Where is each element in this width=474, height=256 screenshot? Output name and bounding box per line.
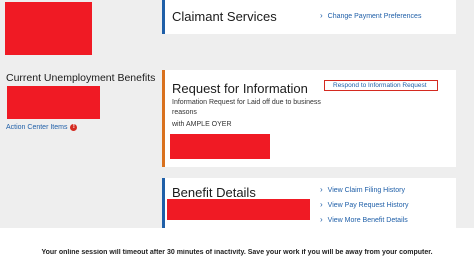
action-center-link[interactable]: Action Center Items ! (6, 124, 78, 131)
respond-to-information-request-button[interactable]: Respond to Information Request (324, 80, 438, 91)
redacted-block-sidebar (7, 86, 100, 119)
alert-badge-icon: ! (70, 124, 78, 131)
claimant-services-title: Claimant Services (172, 9, 277, 24)
benefit-details-panel: Benefit Details › View Claim Filing Histo… (162, 178, 456, 228)
link-label: View More Benefit Details (327, 217, 408, 224)
redacted-block-benefit (167, 199, 310, 220)
respond-button-label: Respond to Information Request (333, 82, 427, 89)
benefit-details-title: Benefit Details (172, 185, 256, 200)
chevron-right-icon: › (320, 11, 323, 20)
chevron-right-icon: › (320, 200, 323, 209)
claimant-services-panel: Claimant Services › Change Payment Prefer… (162, 0, 456, 34)
panel-accent-bar (162, 178, 165, 228)
action-center-label: Action Center Items (6, 124, 68, 131)
view-pay-request-history-link[interactable]: › View Pay Request History (320, 200, 408, 209)
link-label: View Claim Filing History (327, 187, 405, 194)
link-label: Change Payment Preferences (327, 13, 422, 20)
view-claim-filing-history-link[interactable]: › View Claim Filing History (320, 185, 405, 194)
link-label: View Pay Request History (327, 202, 409, 209)
change-payment-preferences-link[interactable]: › Change Payment Preferences (320, 11, 421, 20)
request-description: Information Request for Laid off due to … (172, 99, 321, 116)
redacted-block-top-left (5, 2, 92, 55)
sidebar-title: Current Unemployment Benefits (6, 72, 156, 84)
view-more-benefit-details-link[interactable]: › View More Benefit Details (320, 215, 408, 224)
chevron-right-icon: › (320, 215, 323, 224)
request-info-title: Request for Information (172, 81, 308, 96)
redacted-block-request (170, 134, 270, 159)
panel-accent-bar (162, 0, 165, 34)
employer-text: with AMPLE OYER (172, 121, 232, 128)
request-info-panel: Request for Information Respond to Infor… (162, 70, 456, 167)
chevron-right-icon: › (320, 185, 323, 194)
panel-accent-bar (162, 70, 165, 167)
